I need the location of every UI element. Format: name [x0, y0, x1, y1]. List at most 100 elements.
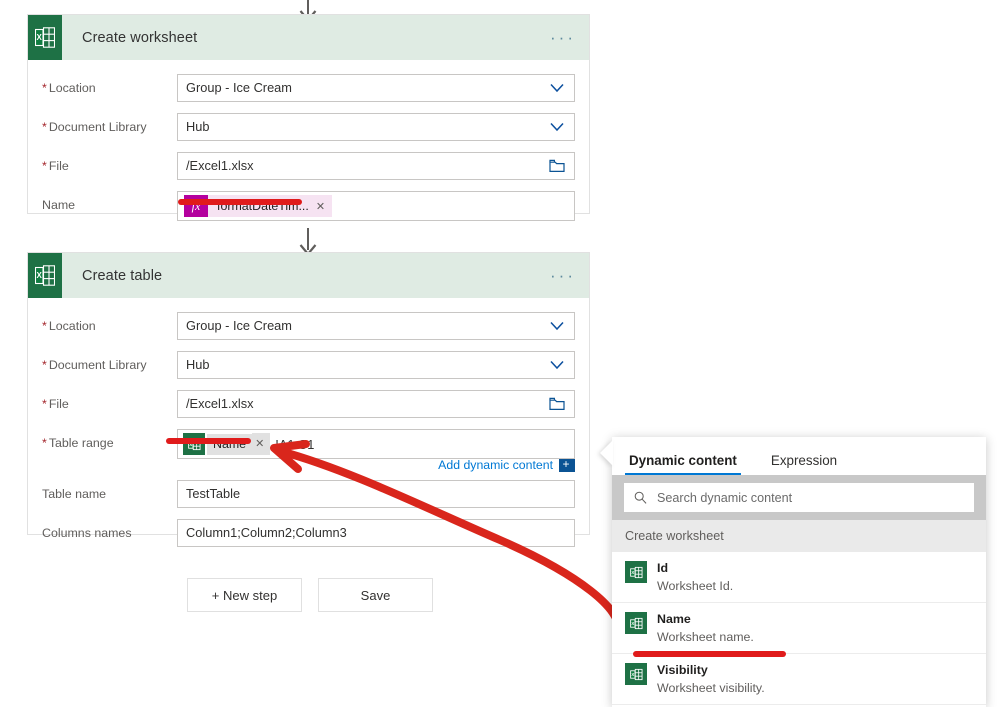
- annotation-underline-panel-name-item: [633, 651, 786, 657]
- field-label: * Location: [42, 319, 96, 333]
- required-asterisk: *: [42, 120, 47, 134]
- required-asterisk: *: [42, 159, 47, 173]
- excel-icon: X: [625, 612, 647, 634]
- required-asterisk: *: [42, 397, 47, 411]
- field-row-table-range: * Table range X ✕ !A1:C1: [42, 429, 575, 459]
- action-card-create-worksheet[interactable]: X Create worksheet ··· * Location Group -…: [27, 14, 590, 221]
- field-label: * File: [42, 397, 69, 411]
- tab-expression[interactable]: Expression: [767, 453, 841, 475]
- annotation-underline-name-field: [178, 199, 302, 205]
- list-item-description: Worksheet name.: [657, 630, 754, 644]
- card-header[interactable]: X Create table ···: [28, 253, 589, 298]
- required-asterisk: *: [42, 358, 47, 372]
- card-body: * Location Group - Ice Cream * Document Li…: [28, 60, 589, 248]
- action-card-create-table[interactable]: X Create table ··· * Location Group - Ice…: [27, 252, 590, 547]
- location-dropdown[interactable]: Group - Ice Cream: [177, 74, 575, 102]
- field-label: Table name: [42, 487, 107, 501]
- document-library-value: Hub: [186, 118, 210, 134]
- field-label: * File: [42, 159, 69, 173]
- list-item-description: Worksheet Id.: [657, 579, 734, 593]
- svg-text:X: X: [631, 570, 634, 575]
- card-title: Create table: [82, 267, 163, 284]
- chevron-down-icon: [550, 83, 564, 93]
- required-asterisk: *: [42, 81, 47, 95]
- dynamic-content-panel[interactable]: Dynamic content Expression Search dynami…: [612, 437, 986, 707]
- field-row-name: Name fx formatDateTim... ✕: [42, 191, 575, 221]
- required-asterisk: *: [42, 319, 47, 333]
- card-title: Create worksheet: [82, 29, 198, 46]
- save-button[interactable]: Save: [318, 578, 433, 612]
- flow-designer-screenshot: X Create worksheet ··· * Location Group -…: [0, 0, 999, 707]
- field-row-location: * Location Group - Ice Cream: [42, 312, 575, 340]
- location-value: Group - Ice Cream: [186, 317, 292, 333]
- add-dynamic-content-row: Add dynamic content +: [42, 458, 575, 472]
- list-item-text: Id Worksheet Id.: [657, 559, 733, 595]
- field-row-columns-names: Columns names Column1;Column2;Column3: [42, 519, 575, 547]
- card-header[interactable]: X Create worksheet ···: [28, 15, 589, 60]
- panel-tab-bar: Dynamic content Expression: [612, 437, 986, 475]
- svg-text:X: X: [631, 621, 634, 626]
- field-row-document-library: * Document Library Hub: [42, 113, 575, 141]
- file-input[interactable]: /Excel1.xlsx: [177, 152, 575, 180]
- field-label: * Document Library: [42, 120, 147, 134]
- file-value: /Excel1.xlsx: [186, 157, 254, 173]
- field-label: * Location: [42, 81, 96, 95]
- table-range-suffix: !A1:C1: [275, 436, 315, 452]
- svg-text:X: X: [37, 271, 43, 280]
- field-row-location: * Location Group - Ice Cream: [42, 74, 575, 102]
- list-item[interactable]: X Name Worksheet name.: [612, 603, 986, 654]
- panel-callout-arrow: [600, 440, 613, 466]
- list-item-name: Id: [657, 561, 669, 575]
- file-value: /Excel1.xlsx: [186, 395, 254, 411]
- table-name-value: TestTable: [186, 485, 241, 501]
- list-item-description: Worksheet visibility.: [657, 681, 765, 695]
- table-range-input[interactable]: X Name ✕ !A1:C1: [177, 429, 575, 459]
- folder-picker-icon[interactable]: [549, 159, 565, 173]
- list-item[interactable]: X Id Worksheet Id.: [612, 552, 986, 603]
- excel-icon: X: [625, 561, 647, 583]
- file-input[interactable]: /Excel1.xlsx: [177, 390, 575, 418]
- table-name-input[interactable]: TestTable: [177, 480, 575, 508]
- close-icon[interactable]: ✕: [316, 200, 332, 213]
- panel-search-area: Search dynamic content: [612, 475, 986, 520]
- list-item-text: Visibility Worksheet visibility.: [657, 661, 765, 697]
- document-library-value: Hub: [186, 356, 210, 372]
- list-item-name: Name: [657, 612, 691, 626]
- document-library-dropdown[interactable]: Hub: [177, 113, 575, 141]
- chevron-down-icon: [550, 122, 564, 132]
- excel-icon: X: [183, 433, 205, 455]
- list-item[interactable]: X Visibility Worksheet visibility.: [612, 654, 986, 705]
- panel-group-header: Create worksheet: [612, 520, 986, 552]
- name-input[interactable]: fx formatDateTim... ✕: [177, 191, 575, 221]
- dynamic-token-label: Name: [207, 433, 253, 455]
- search-icon: [634, 491, 647, 504]
- card-body: * Location Group - Ice Cream * Document Li…: [28, 298, 589, 563]
- search-input[interactable]: Search dynamic content: [624, 483, 974, 512]
- card-menu-button[interactable]: ···: [550, 29, 576, 46]
- location-value: Group - Ice Cream: [186, 79, 292, 95]
- tab-dynamic-content[interactable]: Dynamic content: [625, 453, 741, 475]
- new-step-button[interactable]: + New step: [187, 578, 302, 612]
- field-row-table-name: Table name TestTable: [42, 480, 575, 508]
- folder-picker-icon[interactable]: [549, 397, 565, 411]
- field-row-document-library: * Document Library Hub: [42, 351, 575, 379]
- field-label: Name: [42, 198, 76, 212]
- add-dynamic-content-plus-icon[interactable]: +: [559, 458, 575, 472]
- card-menu-button[interactable]: ···: [550, 267, 576, 284]
- add-dynamic-content-link[interactable]: Add dynamic content: [438, 458, 553, 472]
- columns-names-input[interactable]: Column1;Column2;Column3: [177, 519, 575, 547]
- field-label: * Table range: [42, 436, 114, 450]
- annotation-underline-table-range: [166, 438, 251, 444]
- field-label: * Document Library: [42, 358, 147, 372]
- required-asterisk: *: [42, 436, 47, 450]
- close-icon[interactable]: ✕: [252, 433, 271, 455]
- list-item-name: Visibility: [657, 663, 708, 677]
- chevron-down-icon: [550, 321, 564, 331]
- field-row-file: * File /Excel1.xlsx: [42, 152, 575, 180]
- chevron-down-icon: [550, 360, 564, 370]
- dynamic-content-list: X Id Worksheet Id. X Name Worksheet name…: [612, 552, 986, 707]
- dynamic-content-token[interactable]: X Name ✕: [183, 433, 271, 455]
- document-library-dropdown[interactable]: Hub: [177, 351, 575, 379]
- field-label: Columns names: [42, 526, 132, 540]
- location-dropdown[interactable]: Group - Ice Cream: [177, 312, 575, 340]
